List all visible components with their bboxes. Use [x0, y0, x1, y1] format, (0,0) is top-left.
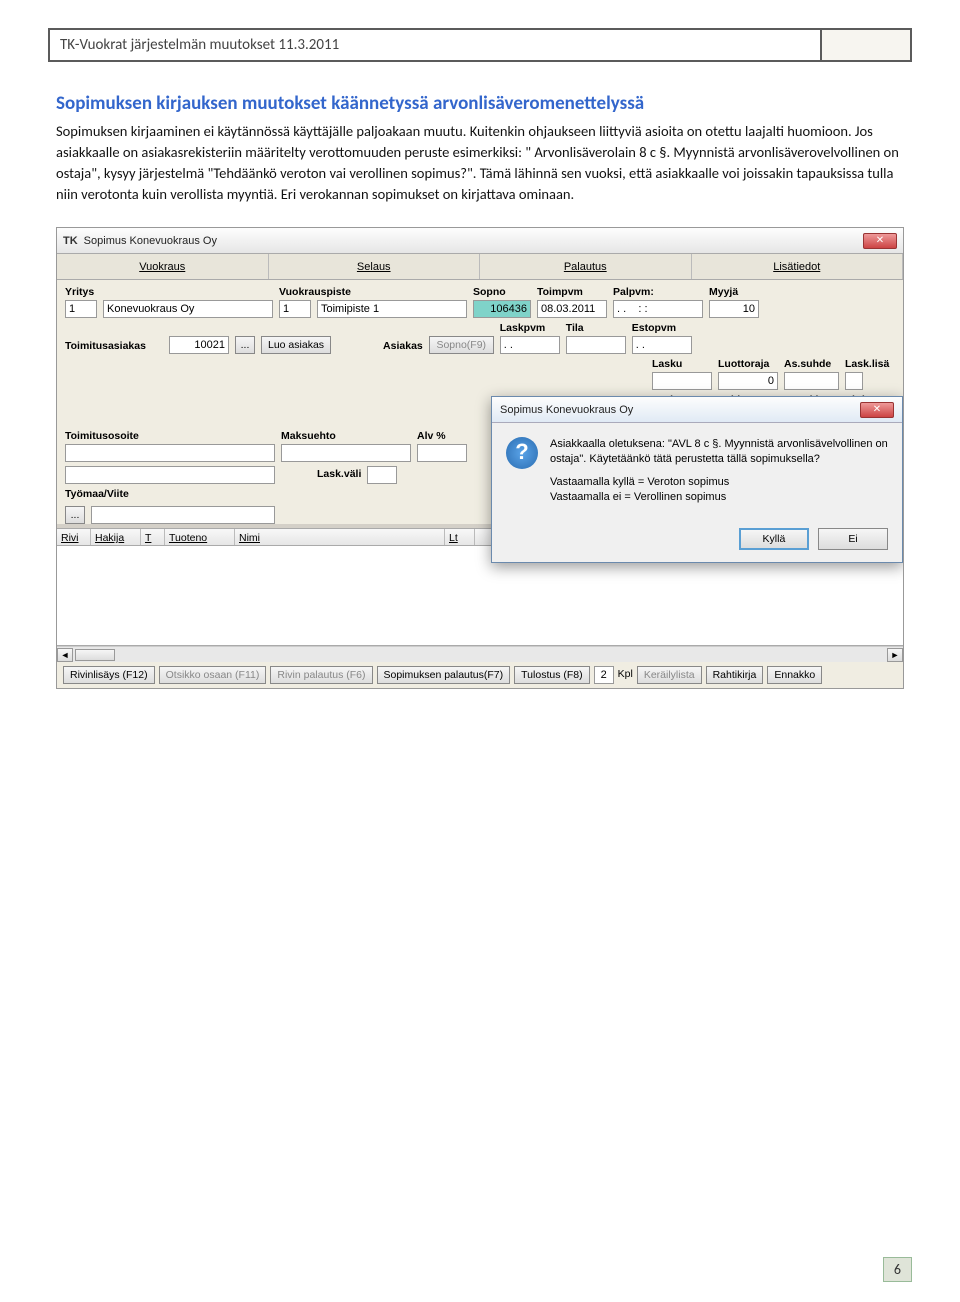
tab-vuokraus[interactable]: Vuokraus — [57, 254, 269, 279]
sopno-f9-button[interactable]: Sopno(F9) — [429, 336, 494, 354]
label-vuokrauspiste: Vuokrauspiste — [279, 286, 311, 298]
col-nimi[interactable]: Nimi — [235, 529, 445, 545]
input-assuhde[interactable] — [784, 372, 839, 390]
rivin-palautus-button: Rivin palautus (F6) — [270, 666, 372, 684]
input-tyomaa[interactable] — [91, 506, 275, 524]
document-header: TK-Vuokrat järjestelmän muutokset 11.3.2… — [48, 28, 912, 62]
label-estopvm: Estopvm — [632, 322, 692, 334]
input-toimitusasiakas[interactable] — [169, 336, 229, 354]
label-palpvm: Palpvm: — [613, 286, 703, 298]
body-paragraph: Sopimuksen kirjaaminen ei käytännössä kä… — [48, 121, 912, 219]
col-rivi[interactable]: Rivi — [57, 529, 91, 545]
confirm-dialog: Sopimus Konevuokraus Oy ✕ ? Asiakkaalla … — [491, 396, 903, 563]
dialog-close-icon[interactable]: ✕ — [860, 402, 894, 418]
scroll-left-icon[interactable]: ◄ — [57, 648, 73, 662]
label-kpl: Kpl — [618, 668, 633, 680]
bottom-toolbar: Rivinlisäys (F12) Otsikko osaan (F11) Ri… — [57, 662, 903, 689]
input-estopvm[interactable] — [632, 336, 692, 354]
rivinlisays-button[interactable]: Rivinlisäys (F12) — [63, 666, 155, 684]
tab-selaus[interactable]: Selaus — [269, 254, 481, 279]
label-tyomaa: Työmaa/Viite — [65, 488, 275, 500]
sopimuksen-palautus-button[interactable]: Sopimuksen palautus(F7) — [377, 666, 511, 684]
label-lasku: Lasku — [652, 358, 712, 370]
close-icon[interactable]: ✕ — [863, 233, 897, 249]
label-yritys: Yritys — [65, 286, 97, 298]
dialog-title: Sopimus Konevuokraus Oy — [500, 404, 860, 416]
label-toimitusasiakas: Toimitusasiakas — [65, 340, 163, 352]
dialog-titlebar: Sopimus Konevuokraus Oy ✕ — [492, 397, 902, 423]
lookup-button[interactable]: ... — [235, 336, 255, 354]
input-myyja[interactable] — [709, 300, 759, 318]
main-tabs: Vuokraus Selaus Palautus Lisätiedot — [57, 254, 903, 280]
app-logo: TK — [63, 235, 78, 247]
input-luottoraja[interactable] — [718, 372, 778, 390]
ennakko-button[interactable]: Ennakko — [767, 666, 822, 684]
input-lasku[interactable] — [652, 372, 712, 390]
scroll-right-icon[interactable]: ► — [887, 648, 903, 662]
window-title: Sopimus Konevuokraus Oy — [84, 235, 863, 247]
window-titlebar: TK Sopimus Konevuokraus Oy ✕ — [57, 228, 903, 254]
dialog-line1: Asiakkaalla oletuksena: "AVL 8 c §. Myyn… — [550, 437, 888, 467]
label-lasklisa: Lask.lisä — [845, 358, 895, 370]
input-toimitusosoite[interactable] — [65, 444, 275, 462]
input-alv[interactable] — [417, 444, 467, 462]
input-laskpvm[interactable] — [500, 336, 560, 354]
input-yritys-num[interactable] — [65, 300, 97, 318]
col-hakija[interactable]: Hakija — [91, 529, 141, 545]
dialog-yes-button[interactable]: Kyllä — [739, 528, 809, 550]
keraily-button: Keräilylista — [637, 666, 702, 684]
input-vp-name[interactable] — [317, 300, 467, 318]
label-sopno: Sopno — [473, 286, 531, 298]
label-assuhde: As.suhde — [784, 358, 839, 370]
input-vp-num[interactable] — [279, 300, 311, 318]
page-number: 6 — [883, 1257, 912, 1282]
document-header-accent — [820, 30, 910, 60]
section-title: Sopimuksen kirjauksen muutokset käännety… — [48, 92, 912, 115]
input-sopno[interactable] — [473, 300, 531, 318]
tulostus-button[interactable]: Tulostus (F8) — [514, 666, 589, 684]
input-palpvm[interactable] — [613, 300, 703, 318]
document-header-text: TK-Vuokrat järjestelmän muutokset 11.3.2… — [50, 30, 820, 60]
input-lasklisa[interactable] — [845, 372, 863, 390]
label-laskvali: Lask.väli — [317, 468, 361, 480]
input-kpl[interactable] — [594, 666, 614, 684]
dialog-line3: Vastaamalla ei = Verollinen sopimus — [550, 491, 726, 503]
col-tuoteno[interactable]: Tuoteno — [165, 529, 235, 545]
input-tila[interactable] — [566, 336, 626, 354]
luo-asiakas-button[interactable]: Luo asiakas — [261, 336, 331, 354]
input-laskvali[interactable] — [367, 466, 397, 484]
tyomaa-lookup-button[interactable]: ... — [65, 506, 85, 524]
input-osoite2[interactable] — [65, 466, 275, 484]
rahtikirja-button[interactable]: Rahtikirja — [706, 666, 764, 684]
label-alv: Alv % — [417, 430, 467, 442]
tab-palautus[interactable]: Palautus — [480, 254, 692, 279]
input-yritys-name[interactable] — [103, 300, 273, 318]
app-screenshot: TK Sopimus Konevuokraus Oy ✕ Vuokraus Se… — [56, 227, 904, 689]
label-luottoraja: Luottoraja — [718, 358, 778, 370]
label-laskpvm: Laskpvm — [500, 322, 560, 334]
col-lt[interactable]: Lt — [445, 529, 475, 545]
question-icon: ? — [506, 437, 538, 469]
label-toimitusosoite: Toimitusosoite — [65, 430, 275, 442]
tab-lisatiedot[interactable]: Lisätiedot — [692, 254, 904, 279]
label-asiakas: Asiakas — [383, 340, 423, 352]
dialog-text: Asiakkaalla oletuksena: "AVL 8 c §. Myyn… — [550, 437, 888, 512]
input-toimpvm[interactable] — [537, 300, 607, 318]
label-toimpvm: Toimpvm — [537, 286, 607, 298]
label-myyja: Myyjä — [709, 286, 759, 298]
input-maksuehto[interactable] — [281, 444, 411, 462]
horizontal-scrollbar[interactable]: ◄ ► — [57, 646, 903, 662]
label-maksuehto: Maksuehto — [281, 430, 411, 442]
scroll-thumb[interactable] — [75, 649, 115, 661]
col-t[interactable]: T — [141, 529, 165, 545]
label-tila: Tila — [566, 322, 626, 334]
dialog-no-button[interactable]: Ei — [818, 528, 888, 550]
otsikko-button: Otsikko osaan (F11) — [159, 666, 267, 684]
dialog-line2: Vastaamalla kyllä = Veroton sopimus — [550, 476, 729, 488]
